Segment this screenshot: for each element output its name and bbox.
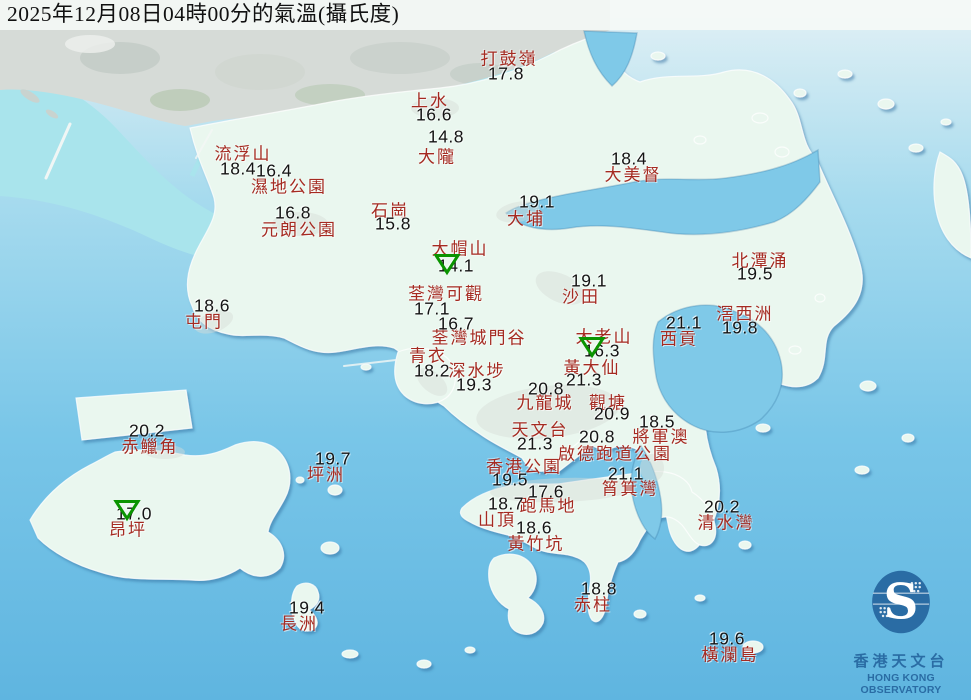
station-temperature-value: 18.7 [488,494,524,515]
record-marker-icon [579,336,606,359]
station-temperature-value: 16.7 [438,314,474,335]
record-marker-icon [434,253,461,276]
station-temperature-value: 14.8 [428,127,464,148]
hko-logo: S 香港天文台 HONG KONG OBSERVATORY [832,561,970,696]
station-temperature-value: 20.2 [129,421,165,442]
stations-layer: 打鼓嶺17.8上水16.6大隴14.8流浮山18.4濕地公園16.4元朗公園16… [0,0,971,700]
station-temperature-value: 19.5 [492,470,528,491]
station-temperature-value: 18.2 [414,361,450,382]
station-temperature-value: 17.8 [488,64,524,85]
station-temperature-value: 19.1 [519,192,555,213]
station-temperature-value: 18.6 [194,296,230,317]
title-bar: 2025年12月08日04時00分的氣溫(攝氏度) [0,0,971,30]
station-temperature-value: 19.6 [709,629,745,650]
station-temperature-value: 19.8 [722,318,758,339]
logo-s-swirl: S [884,574,919,630]
station-temperature-value: 18.4 [611,149,647,170]
station-temperature-value: 19.7 [315,449,351,470]
station-temperature-value: 18.8 [581,579,617,600]
logo-english-name: HONG KONG OBSERVATORY [832,672,970,696]
station-temperature-value: 16.6 [416,105,452,126]
station-temperature-value: 20.8 [528,379,564,400]
logo-chinese-name: 香港天文台 [832,650,970,671]
map-title: 2025年12月08日04時00分的氣溫(攝氏度) [0,0,971,29]
station-temperature-value: 18.5 [639,412,675,433]
station-temperature-value: 20.9 [594,404,630,425]
record-marker-icon [114,499,141,522]
station-temperature-value: 19.4 [289,598,325,619]
station-temperature-value: 21.3 [517,434,553,455]
station-temperature-value: 16.4 [256,161,292,182]
station-temperature-value: 19.1 [571,271,607,292]
station-temperature-value: 21.1 [608,464,644,485]
station-temperature-value: 20.2 [704,497,740,518]
station-temperature-value: 20.8 [579,427,615,448]
station-temperature-value: 19.5 [737,264,773,285]
station-temperature-value: 21.1 [666,313,702,334]
weather-map-screen: 2025年12月08日04時00分的氣溫(攝氏度) 打鼓嶺17.8上水16.6大… [0,0,971,700]
station-temperature-value: 19.3 [456,375,492,396]
station-temperature-value: 16.8 [275,203,311,224]
station-temperature-value: 18.6 [516,518,552,539]
hko-logo-icon: S [862,561,940,643]
station-temperature-value: 21.3 [566,370,602,391]
station-temperature-value: 17.6 [528,482,564,503]
station-temperature-value: 15.8 [375,214,411,235]
